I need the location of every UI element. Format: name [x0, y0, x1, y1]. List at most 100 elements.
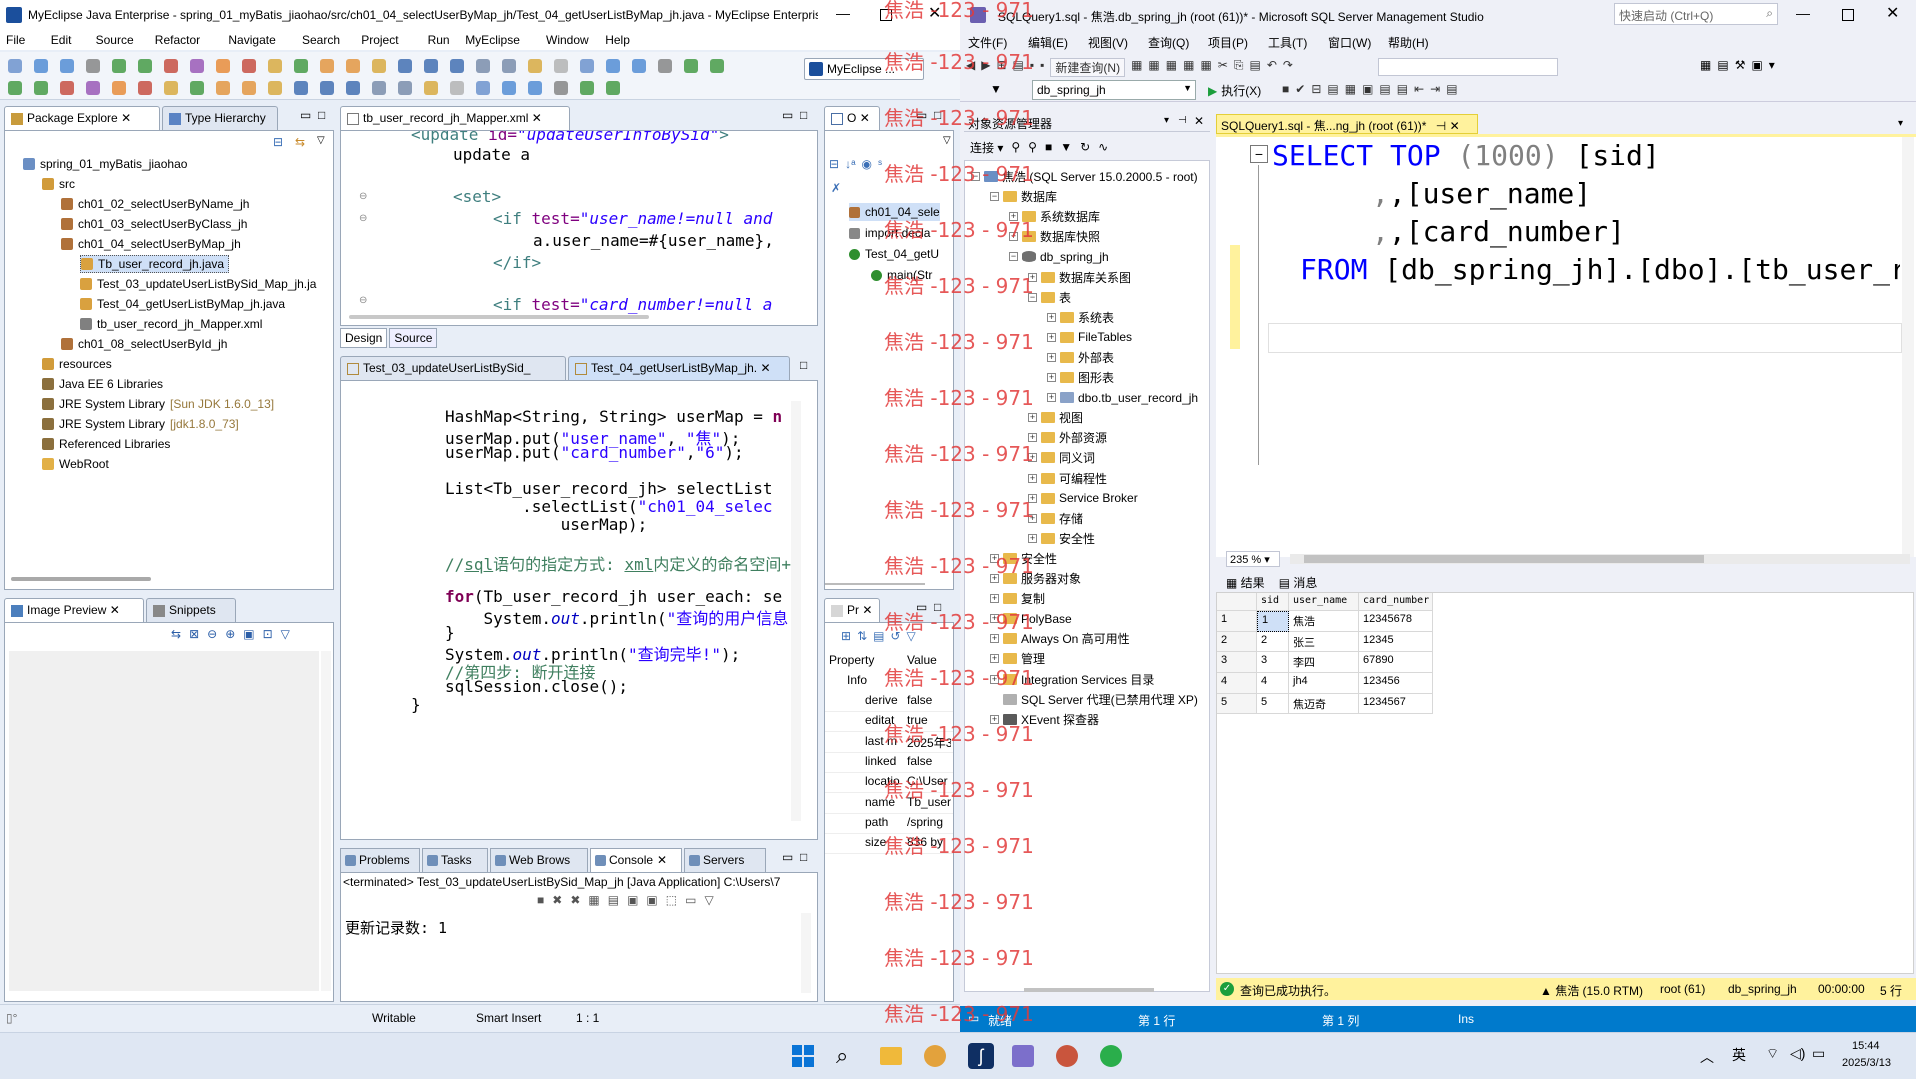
- menu-item[interactable]: Search: [302, 33, 340, 47]
- minimize-icon[interactable]: —: [1796, 5, 1810, 21]
- tree-item[interactable]: ch01_02_selectUserByName_jh: [61, 195, 249, 213]
- maximize-view-icon[interactable]: □: [800, 358, 807, 372]
- pin-icon[interactable]: ⊣: [1178, 115, 1187, 126]
- view-menu-icon[interactable]: ▽: [317, 135, 325, 146]
- expand-icon[interactable]: +: [1047, 393, 1056, 403]
- coverage-icon[interactable]: [190, 59, 204, 73]
- back-icon[interactable]: [528, 59, 542, 73]
- open-icon[interactable]: ▤: [1013, 58, 1024, 77]
- menu-item[interactable]: 工具(T): [1268, 34, 1307, 51]
- expand-icon[interactable]: +: [990, 574, 999, 583]
- menu-item[interactable]: 帮助(H): [1388, 34, 1429, 51]
- oe-item[interactable]: + 管理: [990, 649, 1045, 668]
- results-text-icon[interactable]: ▤: [1327, 82, 1338, 96]
- horizontal-scrollbar[interactable]: [825, 583, 925, 585]
- properties-icon[interactable]: ⚒: [1735, 58, 1746, 72]
- save-all-icon[interactable]: [632, 59, 646, 73]
- grid-cell[interactable]: 67890: [1359, 652, 1433, 674]
- new-item-icon[interactable]: ⊞: [996, 58, 1006, 77]
- quick-launch-input[interactable]: 快速启动 (Ctrl+Q) ⌕: [1614, 3, 1778, 25]
- open-perspective-icon[interactable]: [580, 81, 594, 95]
- web-icon[interactable]: [346, 81, 360, 95]
- scrollbar-thumb[interactable]: [1304, 555, 1704, 563]
- word-wrap-icon[interactable]: ▣: [627, 893, 638, 907]
- debug-as-icon[interactable]: [216, 81, 230, 95]
- new-icon[interactable]: [8, 59, 22, 73]
- oe-item[interactable]: + 系统数据库: [1009, 207, 1100, 226]
- comment-icon[interactable]: ▤: [1379, 82, 1390, 96]
- run-as-icon[interactable]: [450, 81, 464, 95]
- menu-item[interactable]: Help: [605, 33, 630, 47]
- horizontal-scrollbar[interactable]: [11, 577, 151, 581]
- view-menu-icon[interactable]: ▽: [943, 135, 951, 146]
- tree-item[interactable]: ch01_03_selectUserByClass_jh: [61, 215, 247, 233]
- grid-cell[interactable]: 123456: [1359, 673, 1433, 694]
- uncomment-icon[interactable]: ▤: [1397, 82, 1408, 96]
- expand-icon[interactable]: +: [1028, 433, 1037, 443]
- zoom-select[interactable]: 235 % ▾: [1226, 551, 1280, 567]
- grid-cell[interactable]: 12345: [1359, 631, 1433, 653]
- server-icon[interactable]: [112, 81, 126, 95]
- debug-icon[interactable]: [112, 59, 126, 73]
- expand-icon[interactable]: +: [990, 614, 999, 624]
- collapse-icon[interactable]: −: [990, 192, 999, 202]
- collapse-icon[interactable]: −: [971, 172, 980, 181]
- pin-icon[interactable]: ⊣: [1436, 119, 1446, 133]
- undo-icon[interactable]: ↶: [1267, 58, 1277, 77]
- save-icon[interactable]: ▪: [1030, 58, 1034, 77]
- vertical-scrollbar[interactable]: [801, 913, 811, 993]
- debug-as-icon[interactable]: [424, 81, 438, 95]
- remove-launch-icon[interactable]: ✖: [552, 893, 562, 907]
- expand-icon[interactable]: +: [1028, 272, 1037, 282]
- menu-item[interactable]: Run: [428, 33, 450, 47]
- refresh-icon[interactable]: ↻: [1080, 140, 1090, 154]
- expand-icon[interactable]: +: [990, 553, 999, 563]
- oe-item[interactable]: + dbo.tb_user_record_jh: [1047, 388, 1198, 407]
- db-query-icon[interactable]: ▦: [1131, 58, 1142, 77]
- tab-source[interactable]: Source: [389, 328, 438, 348]
- activity-icon[interactable]: ∿: [1098, 140, 1108, 154]
- help-icon[interactable]: [606, 81, 620, 95]
- tree-item[interactable]: WebRoot: [42, 455, 109, 473]
- tab-test04[interactable]: Test_04_getUserListByMap_jh. ✕: [568, 356, 790, 380]
- oe-item[interactable]: + Service Broker: [1028, 489, 1138, 508]
- expand-icon[interactable]: +: [1028, 513, 1037, 523]
- oe-item[interactable]: + 复制: [990, 589, 1045, 608]
- advanced-icon[interactable]: ▤: [873, 629, 884, 643]
- grid-row-header[interactable]: 4: [1217, 673, 1257, 694]
- search-icon[interactable]: ⌕: [836, 1043, 848, 1069]
- tab-mapper-xml[interactable]: tb_user_record_jh_Mapper.xml ✕: [340, 106, 570, 130]
- minimize-view-icon[interactable]: ▭: [782, 108, 793, 122]
- menu-item[interactable]: Project: [361, 33, 398, 47]
- grid-cell[interactable]: 1234567: [1359, 693, 1433, 715]
- forward-icon[interactable]: ▶: [981, 58, 990, 77]
- vertical-scrollbar[interactable]: [1902, 137, 1914, 557]
- minimize-icon[interactable]: —: [836, 5, 850, 21]
- copy-icon[interactable]: ⎘: [1234, 58, 1244, 77]
- oe-item[interactable]: + 数据库快照: [1009, 227, 1100, 246]
- outline-item[interactable]: ch01_04_sele: [849, 203, 940, 221]
- actual-size-icon[interactable]: ▣: [243, 627, 254, 641]
- database-select[interactable]: db_spring_jh ▼: [1032, 80, 1196, 100]
- start-icon[interactable]: [792, 1045, 814, 1067]
- maximize-icon[interactable]: [880, 9, 892, 21]
- tree-item[interactable]: resources: [42, 355, 112, 373]
- sync-icon[interactable]: ⇆: [171, 627, 181, 641]
- profile-icon[interactable]: [502, 81, 516, 95]
- open-console-icon[interactable]: ⬚: [666, 893, 677, 907]
- object-explorer-icon[interactable]: ▦: [1700, 58, 1711, 72]
- grid-column-header[interactable]: user_name: [1289, 593, 1359, 611]
- expand-icon[interactable]: +: [990, 654, 999, 664]
- increase-indent-icon[interactable]: ⇥: [1430, 82, 1440, 96]
- wechat-icon[interactable]: [1100, 1045, 1122, 1067]
- oe-item[interactable]: + 外部资源: [1028, 428, 1107, 447]
- expand-icon[interactable]: +: [1028, 413, 1037, 423]
- expand-icon[interactable]: +: [1009, 232, 1018, 242]
- decrease-indent-icon[interactable]: ⇤: [1414, 82, 1424, 96]
- expand-icon[interactable]: +: [1047, 352, 1056, 362]
- tab-web-browser[interactable]: Web Brows: [490, 848, 588, 872]
- grid-cell[interactable]: 4: [1257, 673, 1289, 694]
- close-panel-icon[interactable]: ✕: [1194, 114, 1204, 128]
- fit-window-icon[interactable]: ⊡: [263, 627, 273, 641]
- outline-item[interactable]: Test_04_getU: [849, 245, 939, 263]
